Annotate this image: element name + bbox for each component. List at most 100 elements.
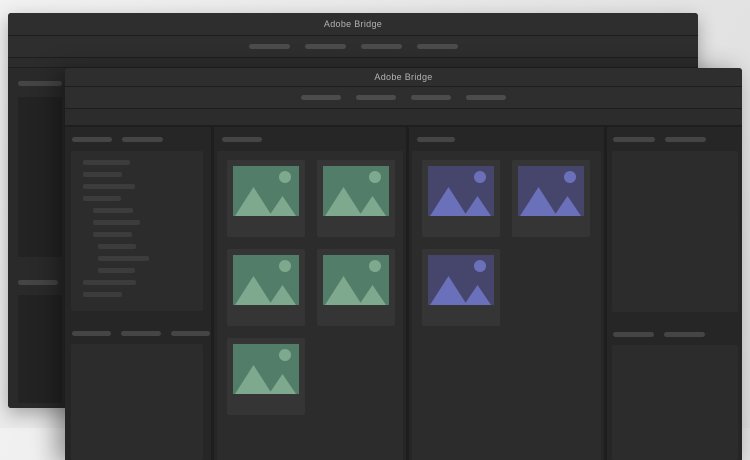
folder-item-placeholder[interactable] (93, 220, 140, 225)
sun-icon (279, 171, 291, 183)
mountain-shape (235, 276, 272, 305)
mountain-shape (235, 365, 272, 394)
thumbnail-card[interactable] (227, 249, 305, 326)
image-placeholder-icon (233, 166, 299, 216)
sun-icon (369, 260, 381, 272)
sidebar-bottom-tab-row (65, 330, 211, 336)
panel-tab-placeholder[interactable] (665, 136, 706, 142)
thumbnail-card[interactable] (227, 160, 305, 237)
menu-item-placeholder[interactable] (466, 95, 506, 100)
panel-tab-placeholder[interactable] (664, 331, 705, 337)
mountain-shape (325, 187, 362, 216)
sun-icon (564, 171, 576, 183)
metadata-tab-row (607, 331, 742, 337)
sun-icon (279, 260, 291, 272)
panel-tab-placeholder[interactable] (122, 136, 163, 142)
menu-item-placeholder[interactable] (248, 44, 290, 49)
panel-tab-placeholder[interactable] (417, 136, 455, 142)
window-title: Adobe Bridge (323, 19, 383, 29)
image-placeholder-icon (233, 255, 299, 305)
content-tab-row (409, 127, 604, 151)
folder-item-placeholder[interactable] (83, 160, 130, 165)
mountain-shape (269, 285, 296, 305)
content-group-purple (409, 127, 604, 460)
thumbnail-grid (217, 151, 403, 460)
content-tab-row (214, 127, 406, 151)
thumbnail-card[interactable] (422, 160, 500, 237)
thumbnail-card[interactable] (227, 338, 305, 415)
filter-panel-placeholder (71, 344, 203, 460)
window-titlebar[interactable]: Adobe Bridge (65, 68, 742, 87)
mountain-shape (359, 196, 386, 216)
sidebar-tab-row (65, 127, 211, 151)
window-title: Adobe Bridge (374, 72, 433, 82)
mountain-shape (359, 285, 386, 305)
sun-icon (279, 349, 291, 361)
menu-item-placeholder[interactable] (416, 44, 458, 49)
panel-tab-placeholder[interactable] (613, 136, 655, 142)
folder-item-placeholder[interactable] (83, 172, 122, 177)
front-window: Adobe Bridge (65, 68, 742, 460)
toolbar (65, 109, 742, 127)
menu-item-placeholder[interactable] (411, 95, 451, 100)
panel-tab-row (18, 81, 62, 86)
preview-tab-row (607, 127, 742, 151)
panel-tab-placeholder[interactable] (171, 330, 210, 336)
panel-tab-placeholder[interactable] (18, 280, 58, 285)
folder-item-placeholder[interactable] (93, 232, 132, 237)
panel-tab-placeholder[interactable] (222, 136, 262, 142)
thumbnail-card[interactable] (422, 249, 500, 326)
folder-item-placeholder[interactable] (98, 256, 149, 261)
menu-item-placeholder[interactable] (301, 95, 341, 100)
menu-item-placeholder[interactable] (356, 95, 396, 100)
mountain-shape (520, 187, 557, 216)
sun-icon (369, 171, 381, 183)
folder-item-placeholder[interactable] (93, 208, 133, 213)
window-content (65, 127, 742, 460)
folder-tree-panel (71, 151, 203, 311)
panel-placeholder (18, 97, 62, 257)
mountain-shape (430, 276, 467, 305)
mountain-shape (554, 196, 581, 216)
thumbnail-card[interactable] (512, 160, 590, 237)
panel-tab-placeholder[interactable] (72, 330, 111, 336)
sun-icon (474, 171, 486, 183)
image-placeholder-icon (428, 255, 494, 305)
folder-item-placeholder[interactable] (98, 268, 135, 273)
folder-item-placeholder[interactable] (98, 244, 136, 249)
metadata-panel-placeholder (612, 345, 738, 460)
toolbar (8, 58, 698, 68)
thumbnail-card[interactable] (317, 160, 395, 237)
panel-placeholder (18, 295, 62, 403)
preview-panel (607, 127, 742, 460)
mountain-shape (235, 187, 272, 216)
image-placeholder-icon (323, 255, 389, 305)
image-placeholder-icon (233, 344, 299, 394)
mountain-shape (464, 285, 491, 305)
folder-item-placeholder[interactable] (83, 280, 136, 285)
window-titlebar[interactable]: Adobe Bridge (8, 13, 698, 36)
mountain-shape (325, 276, 362, 305)
mountain-shape (269, 196, 296, 216)
panel-tab-row (18, 280, 58, 285)
thumbnail-card[interactable] (317, 249, 395, 326)
folder-item-placeholder[interactable] (83, 292, 122, 297)
content-group-green (214, 127, 406, 460)
folder-item-placeholder[interactable] (83, 184, 135, 189)
mountain-shape (430, 187, 467, 216)
thumbnail-grid (412, 151, 601, 460)
menu-item-placeholder[interactable] (360, 44, 402, 49)
panel-tab-placeholder[interactable] (121, 330, 161, 336)
folder-item-placeholder[interactable] (83, 196, 121, 201)
image-placeholder-icon (518, 166, 584, 216)
mountain-shape (269, 374, 296, 394)
image-placeholder-icon (323, 166, 389, 216)
menu-bar (65, 87, 742, 109)
preview-panel-placeholder (612, 151, 738, 312)
sidebar-folders-panel (65, 127, 211, 460)
panel-tab-placeholder[interactable] (613, 331, 654, 337)
sun-icon (474, 260, 486, 272)
menu-item-placeholder[interactable] (304, 44, 346, 49)
panel-tab-placeholder[interactable] (72, 136, 112, 142)
panel-tab-placeholder[interactable] (18, 81, 62, 86)
